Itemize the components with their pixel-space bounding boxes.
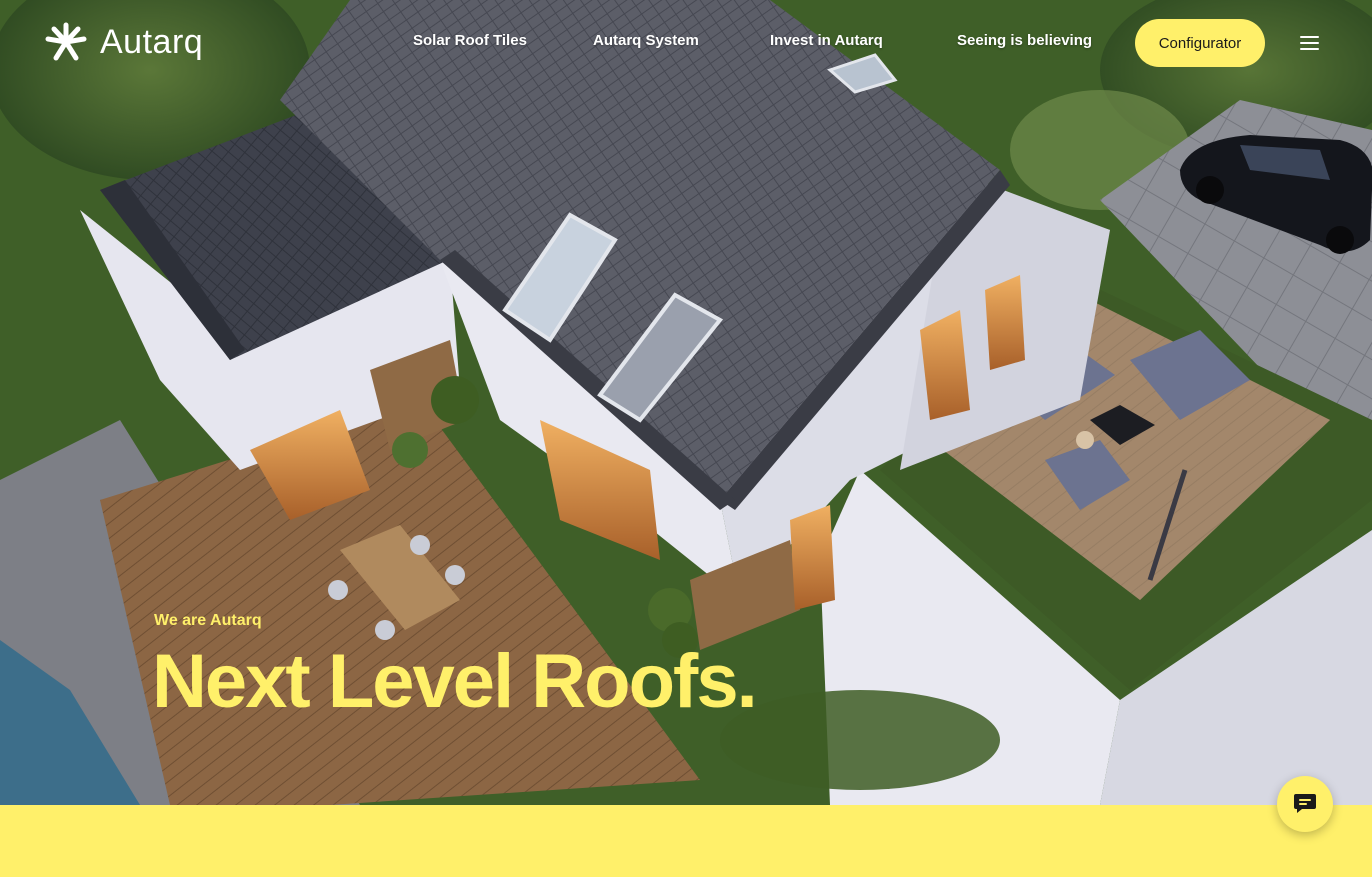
chat-button[interactable] bbox=[1277, 776, 1333, 832]
hero-section: Autarq Solar Roof Tiles Autarq System In… bbox=[0, 0, 1372, 805]
nav-item-solar-roof-tiles[interactable]: Solar Roof Tiles bbox=[413, 32, 527, 49]
hero-headline: Next Level Roofs. bbox=[152, 639, 758, 724]
menu-line bbox=[1300, 42, 1319, 44]
menu-line bbox=[1300, 48, 1319, 50]
hamburger-menu-icon[interactable] bbox=[1300, 32, 1326, 54]
menu-line bbox=[1300, 36, 1319, 38]
brand-name: Autarq bbox=[100, 23, 204, 61]
brand-logo[interactable]: Autarq bbox=[44, 22, 203, 62]
sunburst-icon bbox=[45, 22, 87, 61]
nav-item-autarq-system[interactable]: Autarq System bbox=[593, 32, 699, 49]
nav-item-invest-in-autarq[interactable]: Invest in Autarq bbox=[770, 32, 883, 49]
hero-kicker: We are Autarq bbox=[154, 612, 262, 629]
configurator-button[interactable]: Configurator bbox=[1135, 19, 1265, 67]
chat-bubble-icon bbox=[1294, 794, 1316, 813]
nav-item-seeing-is-believing[interactable]: Seeing is believing bbox=[957, 32, 1092, 49]
